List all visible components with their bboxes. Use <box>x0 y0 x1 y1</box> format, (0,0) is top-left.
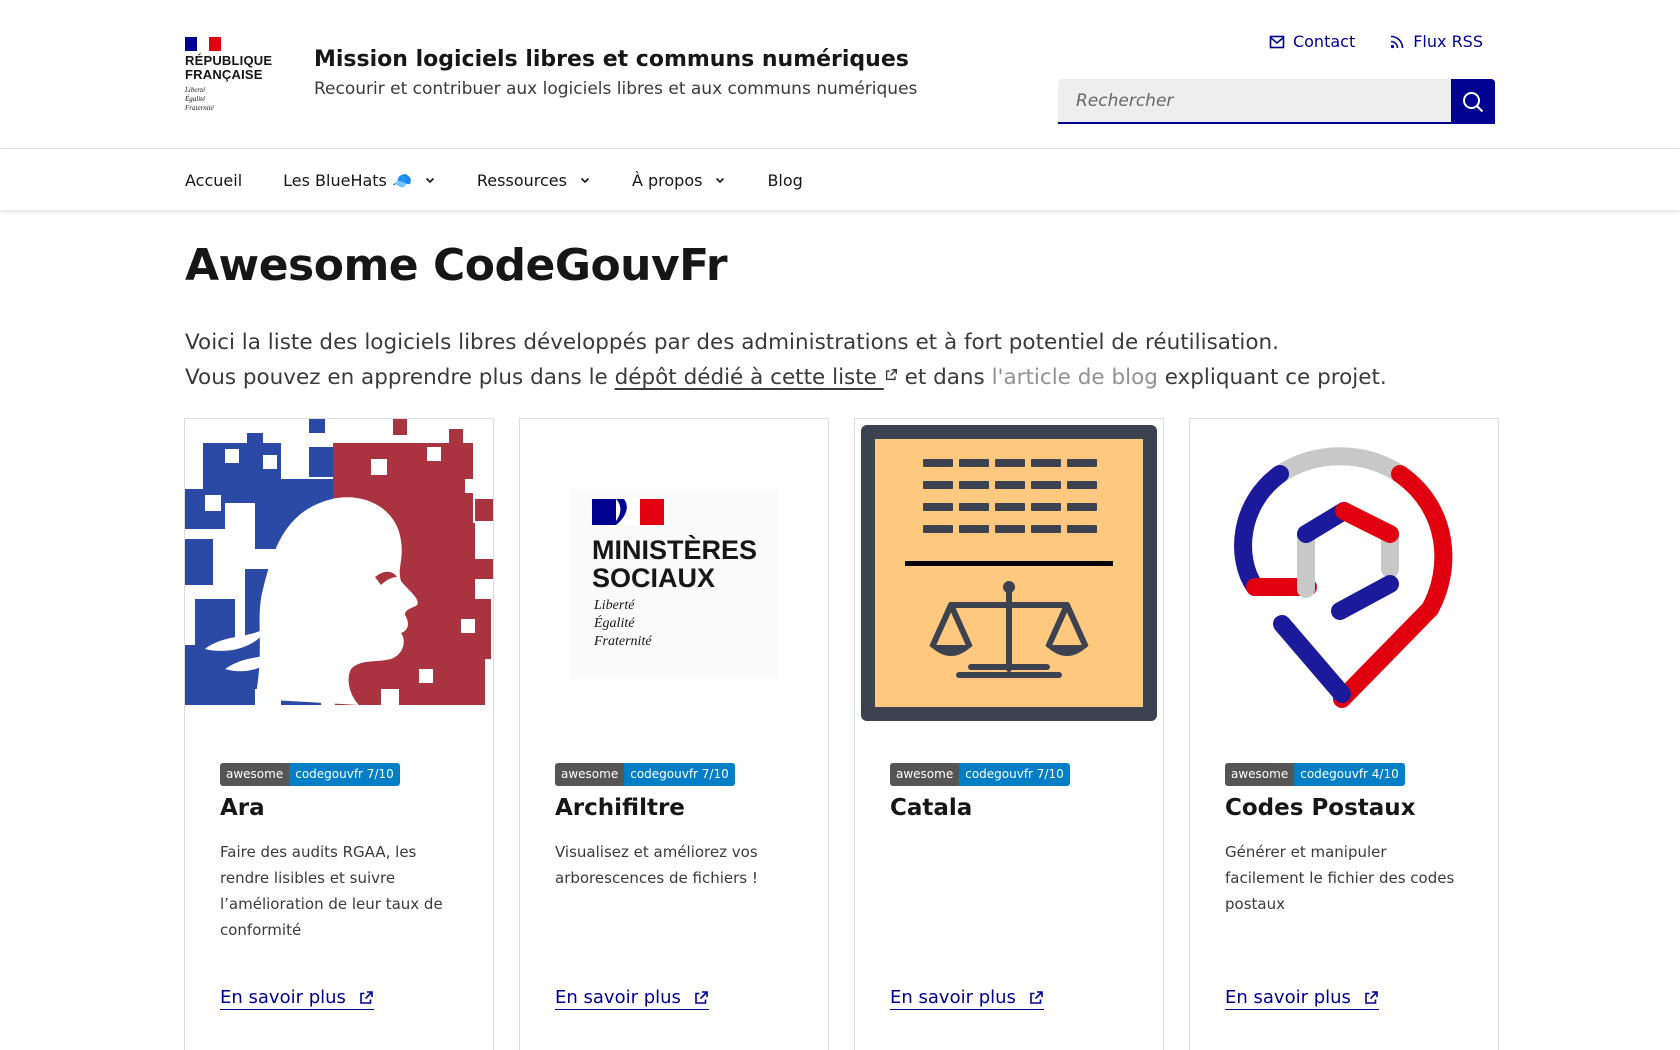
card-description: Visualisez et améliorez vos arborescence… <box>555 843 758 887</box>
search-bar <box>1058 79 1495 124</box>
card-title: Codes Postaux <box>1225 795 1416 821</box>
nav-item-label: Ressources <box>476 170 567 190</box>
site-header: RÉPUBLIQUE FRANÇAISE Liberté Égalité Fra… <box>0 0 1680 149</box>
rss-link[interactable]: Flux RSS <box>1389 32 1483 51</box>
project-card[interactable]: awesome codegouvfr 7/10 Ara Faire des au… <box>184 418 494 1050</box>
learn-more-label: En savoir plus <box>1225 987 1351 1008</box>
intro-line-1: Voici la liste des logiciels libres déve… <box>185 330 1279 355</box>
badge-score: codegouvfr 7/10 <box>624 763 735 786</box>
brand-name: RÉPUBLIQUE FRANÇAISE <box>185 53 273 82</box>
project-card[interactable]: awesome codegouvfr 7/10 Catala En savoir… <box>854 418 1164 1050</box>
card-title: Archifiltre <box>555 795 685 821</box>
search-button[interactable] <box>1451 79 1495 124</box>
intro-line-2: Vous pouvez en apprendre plus dans le dé… <box>185 360 1387 395</box>
logo-motto-line-1: Liberté <box>593 598 635 613</box>
header-tools: Contact Flux RSS <box>1269 32 1483 51</box>
awesome-badge: awesome codegouvfr 7/10 <box>555 763 735 786</box>
external-link-icon <box>1365 990 1378 1004</box>
logo-motto-line-3: Fraternité <box>593 634 652 649</box>
intro-text: Voici la liste des logiciels libres déve… <box>185 325 1387 395</box>
search-icon <box>1463 91 1484 112</box>
site-title[interactable]: Mission logiciels libres et communs numé… <box>314 47 909 72</box>
learn-more-label: En savoir plus <box>555 987 681 1008</box>
repo-link[interactable]: dépôt dédié à cette liste <box>615 365 898 390</box>
main-navigation: Accueil Les BlueHats 🧢 Ressources À prop… <box>0 150 1680 210</box>
badge-score: codegouvfr 7/10 <box>289 763 400 786</box>
badge-label: awesome <box>890 763 960 786</box>
logo-text-line-1: MINISTÈRES <box>592 534 757 565</box>
external-link-icon <box>1030 990 1043 1004</box>
map-pin-logo <box>1190 419 1498 727</box>
learn-more-link[interactable]: En savoir plus <box>890 987 1044 1010</box>
republique-francaise-logo[interactable]: RÉPUBLIQUE FRANÇAISE Liberté Égalité Fra… <box>185 37 275 115</box>
learn-more-label: En savoir plus <box>220 987 346 1008</box>
brand-motto: Liberté Égalité Fraternité <box>185 86 214 112</box>
awesome-badge: awesome codegouvfr 7/10 <box>220 763 400 786</box>
marianne-logo <box>185 419 493 727</box>
awesome-badge: awesome codegouvfr 7/10 <box>890 763 1070 786</box>
ministeres-sociaux-logo: MINISTÈRES SOCIAUX Liberté Égalité Frate… <box>520 419 828 727</box>
chevron-down-icon <box>580 177 590 184</box>
rss-icon <box>1391 35 1404 48</box>
chevron-down-icon <box>716 177 725 184</box>
intro-text-segment: et dans <box>897 365 992 390</box>
site-tagline: Recourir et contribuer aux logiciels lib… <box>314 79 918 99</box>
nav-item-ressources[interactable]: Ressources <box>477 171 591 190</box>
learn-more-link[interactable]: En savoir plus <box>1225 987 1379 1010</box>
nav-item-accueil[interactable]: Accueil <box>185 171 242 190</box>
project-card[interactable]: awesome codegouvfr 4/10 Codes Postaux Gé… <box>1189 418 1499 1050</box>
scales-of-justice-logo <box>855 419 1163 727</box>
intro-text-segment: expliquant ce projet. <box>1157 365 1387 390</box>
project-card[interactable]: MINISTÈRES SOCIAUX Liberté Égalité Frate… <box>519 418 829 1050</box>
project-card-list: awesome codegouvfr 7/10 Ara Faire des au… <box>184 418 1499 1050</box>
card-title: Ara <box>220 795 265 821</box>
intro-text-segment: Vous pouvez en apprendre plus dans le <box>185 365 615 390</box>
badge-label: awesome <box>220 763 290 786</box>
repo-link-label: dépôt dédié à cette liste <box>614 365 877 390</box>
blog-article-link[interactable]: l'article de blog <box>992 365 1158 390</box>
external-link-icon <box>885 369 897 381</box>
learn-more-link[interactable]: En savoir plus <box>555 987 709 1010</box>
french-flag-icon <box>185 37 221 51</box>
badge-score: codegouvfr 4/10 <box>1294 763 1405 786</box>
nav-item-bluehats[interactable]: Les BlueHats 🧢 <box>283 171 436 190</box>
nav-item-label: Les BlueHats 🧢 <box>283 170 412 190</box>
card-description: Faire des audits RGAA, les rendre lisibl… <box>220 843 443 939</box>
learn-more-label: En savoir plus <box>890 987 1016 1008</box>
chevron-down-icon <box>425 177 434 184</box>
card-description: Générer et manipuler facilement le fichi… <box>1225 843 1455 913</box>
mail-icon <box>1269 35 1285 48</box>
logo-motto-line-2: Égalité <box>593 614 635 631</box>
nav-item-blog[interactable]: Blog <box>767 171 802 190</box>
contact-link[interactable]: Contact <box>1269 32 1355 51</box>
badge-label: awesome <box>555 763 625 786</box>
rss-label: Flux RSS <box>1413 32 1483 51</box>
nav-item-label: À propos <box>631 170 703 190</box>
logo-text-line-2: SOCIAUX <box>592 563 715 593</box>
nav-item-label: Accueil <box>185 170 243 190</box>
awesome-badge: awesome codegouvfr 4/10 <box>1225 763 1405 786</box>
badge-score: codegouvfr 7/10 <box>959 763 1070 786</box>
learn-more-link[interactable]: En savoir plus <box>220 987 374 1010</box>
contact-label: Contact <box>1292 32 1356 51</box>
nav-item-label: Blog <box>767 170 803 190</box>
search-input[interactable] <box>1058 79 1451 124</box>
external-link-icon <box>360 990 373 1004</box>
external-link-icon <box>695 990 708 1004</box>
page-title: Awesome CodeGouvFr <box>185 240 728 291</box>
nav-item-a-propos[interactable]: À propos <box>632 171 726 190</box>
badge-label: awesome <box>1225 763 1295 786</box>
card-title: Catala <box>890 795 973 821</box>
